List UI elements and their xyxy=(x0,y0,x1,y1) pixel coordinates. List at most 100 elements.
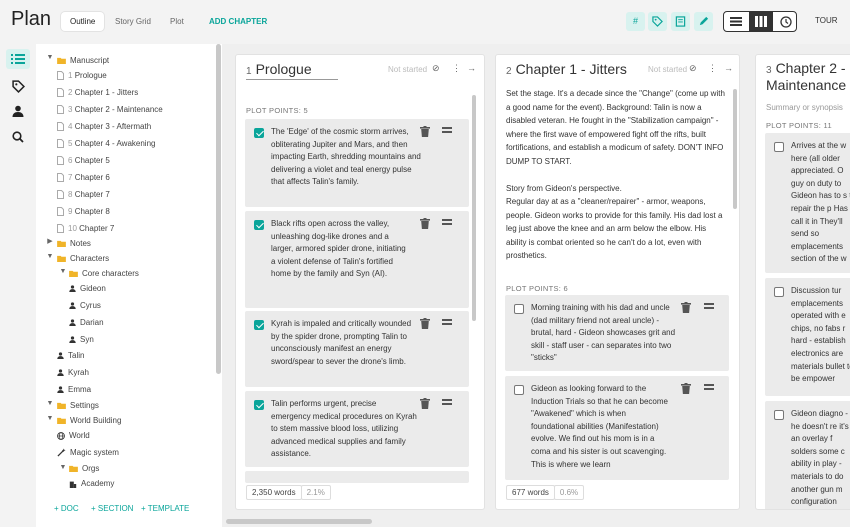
drag-handle-icon[interactable] xyxy=(442,219,452,227)
chevron-down-icon[interactable]: ▼ xyxy=(58,268,68,275)
chevron-down-icon[interactable]: ▼ xyxy=(45,253,55,260)
chevron-down-icon[interactable]: ▼ xyxy=(45,54,55,61)
tree-character-emma[interactable]: Emma xyxy=(57,382,91,397)
plot-point-text[interactable]: Talin performs urgent, precise emergency… xyxy=(271,398,417,461)
column-title[interactable]: 2 Chapter 1 - Jitters xyxy=(506,61,627,77)
drag-handle-icon[interactable] xyxy=(442,319,452,327)
tab-outline[interactable]: Outline xyxy=(61,12,105,31)
tree-folder-core-characters[interactable]: Core characters xyxy=(69,266,139,281)
tree-item-academy[interactable]: Academy xyxy=(69,476,114,491)
tree-chapter-7[interactable]: 7 Chapter 6 xyxy=(57,170,110,185)
add-chapter-button[interactable]: ADD CHAPTER xyxy=(209,12,267,31)
drag-handle-icon[interactable] xyxy=(442,127,452,135)
tour-button[interactable]: TOUR xyxy=(815,16,838,25)
status-icon[interactable]: ⊘ xyxy=(689,63,697,74)
tree-character-gideon[interactable]: Gideon xyxy=(69,281,106,296)
tree-folder-settings[interactable]: Settings xyxy=(57,398,99,413)
tree-scrollbar[interactable] xyxy=(216,44,221,374)
status-icon[interactable]: ⊘ xyxy=(432,63,440,74)
tree-folder-world-building[interactable]: World Building xyxy=(57,413,121,428)
tag-button[interactable] xyxy=(648,12,667,31)
plot-point-checkbox[interactable] xyxy=(514,304,524,314)
trash-icon[interactable] xyxy=(420,398,430,409)
tree-character-kyrah[interactable]: Kyrah xyxy=(57,365,89,380)
chevron-down-icon[interactable]: ▼ xyxy=(45,415,55,422)
column-scrollbar[interactable] xyxy=(733,89,737,209)
tree-folder-orgs[interactable]: Orgs xyxy=(69,461,99,476)
board-horizontal-scrollbar[interactable] xyxy=(226,519,372,524)
column-title[interactable]: 3 Chapter 2 - Maintenance xyxy=(766,61,850,93)
tree-chapter-8[interactable]: 8 Chapter 7 xyxy=(57,187,110,202)
tree-chapter-9[interactable]: 9 Chapter 8 xyxy=(57,204,110,219)
column-scrollbar[interactable] xyxy=(472,95,476,321)
tree-item-magic-system[interactable]: Magic system xyxy=(57,445,119,460)
status-label[interactable]: Not started xyxy=(648,65,687,74)
plot-point-text[interactable]: Kyrah is impaled and critically wounded … xyxy=(271,318,417,368)
timeline-view-button[interactable] xyxy=(774,12,796,31)
add-section-button[interactable]: + SECTION xyxy=(91,504,133,513)
plot-point-card[interactable]: Discussion tur emplacements operated wit… xyxy=(765,278,850,396)
tab-story-grid[interactable]: Story Grid xyxy=(106,12,160,31)
drag-handle-icon[interactable] xyxy=(704,384,714,392)
status-label[interactable]: Not started xyxy=(388,65,427,74)
plot-point-checkbox[interactable] xyxy=(514,385,524,395)
more-icon[interactable]: ⋮ xyxy=(452,63,461,74)
tree-character-cyrus[interactable]: Cyrus xyxy=(69,298,101,313)
plot-point-text[interactable]: The 'Edge' of the cosmic storm arrives, … xyxy=(271,126,423,189)
list-view-button[interactable] xyxy=(724,12,748,31)
arrow-right-icon[interactable]: → xyxy=(724,63,733,73)
plot-point-text[interactable]: Black rifts open across the valley, unle… xyxy=(271,218,411,281)
plot-point-card[interactable]: Morning training with his dad and uncle … xyxy=(505,295,729,371)
tree-item-world[interactable]: World xyxy=(57,428,90,443)
edit-button[interactable] xyxy=(694,12,713,31)
plot-point-card[interactable]: Gideon diagno - he doesn't re it's an ov… xyxy=(765,401,850,509)
tree-chapter-2[interactable]: 2 Chapter 1 - Jitters xyxy=(57,85,138,100)
plot-point-card[interactable]: Arrives at the w here (all older appreci… xyxy=(765,133,850,273)
drag-handle-icon[interactable] xyxy=(442,399,452,407)
chapter-synopsis[interactable]: Summary or synopsis xyxy=(766,101,843,115)
notes-button[interactable] xyxy=(671,12,690,31)
plot-point-text[interactable]: Gideon as looking forward to the Inducti… xyxy=(531,383,671,475)
tree-chapter-6[interactable]: 6 Chapter 5 xyxy=(57,153,110,168)
plot-point-card[interactable]: Black rifts open across the valley, unle… xyxy=(245,211,469,308)
plot-point-checkbox[interactable] xyxy=(254,400,264,410)
plot-point-card[interactable]: Kyrah is impaled and critically wounded … xyxy=(245,311,469,387)
tab-plot[interactable]: Plot xyxy=(161,12,193,31)
plot-point-checkbox[interactable] xyxy=(254,128,264,138)
chevron-down-icon[interactable]: ▼ xyxy=(45,400,55,407)
plot-point-checkbox[interactable] xyxy=(774,287,784,297)
tree-chapter-10[interactable]: 10 Chapter 7 xyxy=(57,221,114,236)
tree-folder-manuscript[interactable]: Manuscript xyxy=(57,53,109,68)
hashtag-button[interactable]: # xyxy=(626,12,645,31)
characters-nav-button[interactable] xyxy=(6,101,30,121)
tree-chapter-4[interactable]: 4 Chapter 3 - Aftermath xyxy=(57,119,151,134)
tree-chapter-3[interactable]: 3 Chapter 2 - Maintenance xyxy=(57,102,163,117)
plot-point-text[interactable]: Morning training with his dad and uncle … xyxy=(531,302,679,365)
more-icon[interactable]: ⋮ xyxy=(708,63,717,74)
add-template-button[interactable]: + TEMPLATE xyxy=(141,504,189,513)
plot-point-checkbox[interactable] xyxy=(254,220,264,230)
tree-chapter-5[interactable]: 5 Chapter 4 - Awakening xyxy=(57,136,155,151)
tree-folder-notes[interactable]: Notes xyxy=(57,236,91,251)
trash-icon[interactable] xyxy=(681,383,691,394)
plot-point-card[interactable]: Talin performs urgent, precise emergency… xyxy=(245,391,469,467)
chevron-right-icon[interactable]: ▶ xyxy=(45,237,55,245)
plot-point-card[interactable]: The 'Edge' of the cosmic storm arrives, … xyxy=(245,119,469,207)
add-doc-button[interactable]: + DOC xyxy=(54,504,79,513)
tree-character-syn[interactable]: Syn xyxy=(69,332,94,347)
plot-point-checkbox[interactable] xyxy=(774,142,784,152)
trash-icon[interactable] xyxy=(420,318,430,329)
tags-nav-button[interactable] xyxy=(6,76,30,96)
plot-point-card[interactable]: Gideon as looking forward to the Inducti… xyxy=(505,376,729,480)
chevron-down-icon[interactable]: ▼ xyxy=(58,464,68,471)
plot-point-card[interactable] xyxy=(245,471,469,483)
arrow-right-icon[interactable]: → xyxy=(467,63,476,73)
tree-character-talin[interactable]: Talin xyxy=(57,348,84,363)
trash-icon[interactable] xyxy=(420,126,430,137)
column-title[interactable]: 1 Prologue xyxy=(246,61,312,77)
plot-point-text[interactable]: Arrives at the w here (all older appreci… xyxy=(791,140,850,266)
drag-handle-icon[interactable] xyxy=(704,303,714,311)
plot-point-text[interactable]: Discussion tur emplacements operated wit… xyxy=(791,285,850,387)
chapter-synopsis[interactable]: Set the stage. It's a decade since the "… xyxy=(506,87,728,263)
plot-point-checkbox[interactable] xyxy=(774,410,784,420)
